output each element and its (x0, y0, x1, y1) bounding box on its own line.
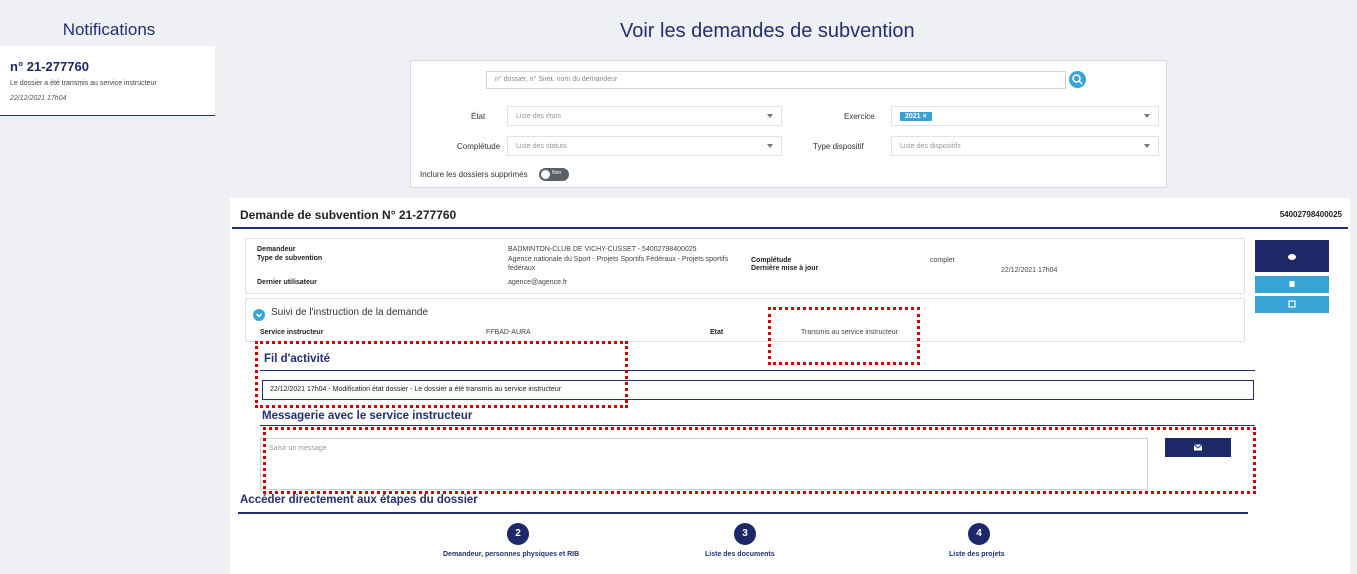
type-dispositif-label: Type dispositif (813, 142, 864, 151)
messaging-title: Messagerie avec le service instructeur (262, 410, 473, 422)
completude-label: Complétude (457, 142, 501, 151)
request-info: Demandeur Type de subvention Dernier uti… (245, 238, 1245, 294)
step-2-label[interactable]: Demandeur, personnes physiques et RIB (443, 551, 579, 558)
highlight-activity (255, 341, 628, 408)
derniere-maj-value: 22/12/2021 17h04 (1001, 267, 1058, 274)
dernier-utilisateur-label: Dernier utilisateur (257, 279, 317, 286)
etat-field-label: Etat (710, 329, 724, 336)
type-subvention-label: Type de subvention (257, 255, 323, 262)
highlight-messaging (263, 427, 1256, 494)
document-icon (1289, 281, 1295, 287)
copy-button[interactable] (1255, 296, 1329, 313)
completude-placeholder: Liste des statuts (516, 143, 567, 150)
toggle-label: Non (552, 170, 562, 176)
chevron-down-icon[interactable] (253, 309, 265, 321)
notification-date: 22/12/2021 17h04 (10, 95, 67, 102)
suivi-title[interactable]: Suivi de l'instruction de la demande (271, 307, 428, 318)
completude-field-label: Complétude (751, 257, 792, 264)
eye-icon (1288, 254, 1296, 260)
type-dispositif-select[interactable]: Liste des dispositifs (891, 136, 1159, 156)
type-dispositif-placeholder: Liste des dispositifs (900, 143, 961, 150)
suivi-section: Suivi de l'instruction de la demande Ser… (245, 298, 1245, 342)
chevron-down-icon (767, 114, 773, 118)
search-button[interactable] (1069, 71, 1086, 88)
divider (232, 227, 1348, 229)
chevron-down-icon (767, 144, 773, 148)
chevron-down-icon (1144, 114, 1150, 118)
completude-field-value: complet (930, 257, 955, 264)
step-4-circle[interactable]: 4 (968, 523, 990, 545)
chevron-down-icon (1144, 144, 1150, 148)
filter-panel: n° dossier, n° Siret, nom du demandeur É… (410, 60, 1167, 188)
etat-select[interactable]: Liste des états (507, 106, 782, 126)
notification-message: Le dossier a été transmis au service ins… (10, 80, 157, 87)
step-2-circle[interactable]: 2 (507, 523, 529, 545)
derniere-maj-label: Dernière mise à jour (751, 265, 819, 272)
notification-number[interactable]: n° 21-277760 (10, 59, 89, 74)
include-deleted-label: Inclure les dossiers supprimés (420, 170, 528, 179)
service-instructeur-label: Service instructeur (260, 329, 324, 336)
etat-placeholder: Liste des états (516, 113, 562, 120)
exercice-chip[interactable]: 2021 × (900, 112, 932, 121)
view-button[interactable] (1255, 240, 1329, 272)
divider (260, 425, 1255, 426)
step-4-label[interactable]: Liste des projets (949, 551, 1005, 558)
document-button[interactable] (1255, 276, 1329, 293)
completude-select[interactable]: Liste des statuts (507, 136, 782, 156)
etat-label: État (471, 112, 486, 121)
request-siret: 54002798400025 (1279, 210, 1342, 219)
search-icon (1072, 74, 1083, 85)
exercice-label: Exercice (844, 112, 875, 121)
request-title: Demande de subvention N° 21-277760 (240, 208, 457, 222)
notifications-title: Notifications (62, 20, 156, 39)
page-title: Voir les demandes de subvention (620, 20, 915, 42)
highlight-etat (768, 307, 920, 365)
service-instructeur-value: FFBAD-AURA (486, 329, 531, 336)
search-input[interactable]: n° dossier, n° Siret, nom du demandeur (486, 71, 1066, 89)
demandeur-label: Demandeur (257, 246, 296, 253)
toggle-knob (541, 170, 550, 179)
demandeur-value: BADMINTON-CLUB DE VICHY-CUSSET - 5400279… (508, 246, 697, 253)
step-3-circle[interactable]: 3 (734, 523, 756, 545)
step-3-label[interactable]: Liste des documents (705, 551, 775, 558)
dernier-utilisateur-value: agence@agence.fr (508, 279, 568, 286)
exercice-select[interactable]: 2021 × (891, 106, 1159, 126)
divider (238, 512, 1248, 514)
type-subvention-value: Agence nationale du Sport - Projets Spor… (508, 256, 729, 272)
copy-icon (1288, 300, 1296, 308)
steps-title: Accéder directement aux étapes du dossie… (240, 494, 478, 506)
notification-card[interactable]: n° 21-277760 Le dossier a été transmis a… (0, 46, 215, 116)
include-deleted-toggle[interactable]: Non (539, 168, 569, 181)
